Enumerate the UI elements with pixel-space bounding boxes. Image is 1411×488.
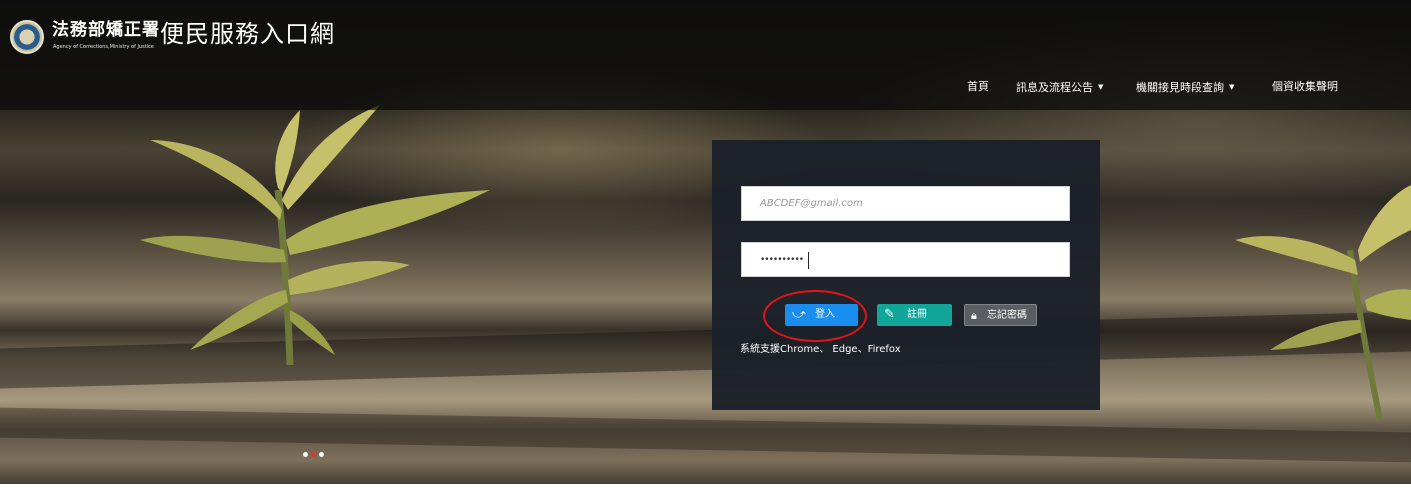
password-value: •••••••••• xyxy=(760,255,804,265)
nav-item-announcements[interactable]: 訊息及流程公告 ▼ xyxy=(1016,80,1103,95)
nav-item-label: 訊息及流程公告 xyxy=(1016,81,1093,94)
password-field[interactable]: •••••••••• xyxy=(741,242,1070,277)
site-title[interactable]: 便民服務入口網 xyxy=(160,19,335,49)
carousel-dot-active[interactable] xyxy=(311,452,316,457)
chevron-down-icon: ▼ xyxy=(1098,83,1104,91)
nav-item-privacy[interactable]: 個資收集聲明 xyxy=(1272,80,1338,94)
text-cursor xyxy=(808,252,809,269)
email-value: ABCDEF@gmail.com xyxy=(760,198,863,209)
login-button-highlight xyxy=(763,290,867,342)
forgot-password-button[interactable]: 🔒︎ 忘記密碼 xyxy=(964,304,1037,326)
nav-item-label: 首頁 xyxy=(967,80,989,93)
lock-icon: 🔒︎ xyxy=(971,309,977,322)
org-name-zh[interactable]: 法務部矯正署 xyxy=(52,20,160,40)
plant-illustration xyxy=(140,105,490,366)
email-field[interactable]: ABCDEF@gmail.com xyxy=(741,186,1070,221)
register-icon: ✎ xyxy=(884,307,895,322)
chevron-down-icon: ▼ xyxy=(1229,83,1235,91)
nav-item-label: 機關接見時段查詢 xyxy=(1136,81,1224,94)
carousel-dot[interactable] xyxy=(303,452,308,457)
bottom-strip xyxy=(0,484,1411,488)
register-button[interactable]: ✎ 註冊 xyxy=(877,304,952,326)
login-panel: ABCDEF@gmail.com •••••••••• ⤻ 登入 ✎ 註冊 🔒︎… xyxy=(712,140,1100,410)
carousel-dot[interactable] xyxy=(319,452,324,457)
carousel-indicators xyxy=(303,452,327,458)
register-button-label: 註冊 xyxy=(907,309,927,320)
nav-item-label: 個資收集聲明 xyxy=(1272,80,1338,93)
seal-logo-icon[interactable] xyxy=(10,20,44,54)
nav-item-visit-schedule[interactable]: 機關接見時段查詢 ▼ xyxy=(1136,80,1234,95)
nav-item-home[interactable]: 首頁 xyxy=(967,80,989,94)
plant-illustration-right xyxy=(1235,185,1411,421)
page: 法務部矯正署 Agency of Corrections,Ministry of… xyxy=(0,0,1411,488)
forgot-password-label: 忘記密碼 xyxy=(987,310,1027,321)
org-name-en: Agency of Corrections,Ministry of Justic… xyxy=(53,44,154,50)
browser-support-note: 系統支援Chrome、 Edge、Firefox xyxy=(740,344,901,355)
